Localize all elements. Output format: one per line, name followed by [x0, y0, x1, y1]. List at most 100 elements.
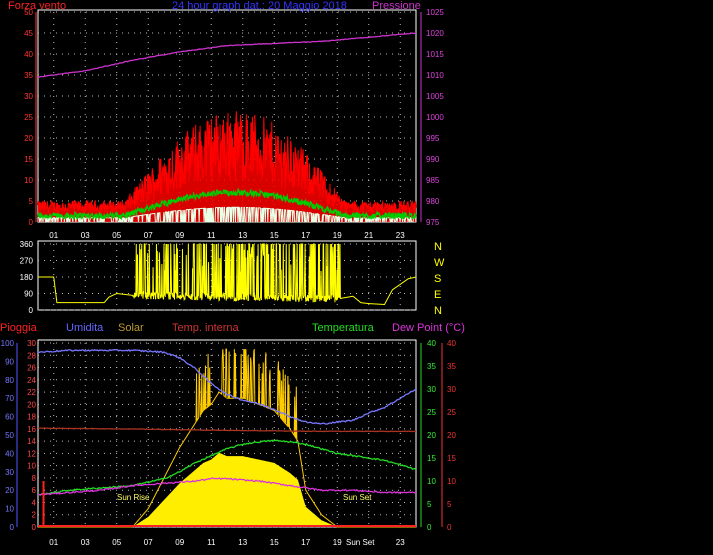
y-tick-label-rain: 22	[27, 388, 36, 397]
y-tick-label-rain: 26	[27, 364, 36, 373]
y-tick-label-temp: 25	[427, 408, 436, 417]
y-tick-label-humidity: 70	[5, 394, 14, 403]
y-tick-label-pressure: 990	[426, 155, 440, 164]
x-tick-label: 17	[301, 231, 310, 240]
dir-label-n-bottom: N	[434, 305, 442, 317]
y-tick-label-wind: 15	[24, 155, 33, 164]
pressure-layer	[37, 32, 417, 78]
y-tick-label-humidity: 100	[1, 339, 15, 348]
legend-dew-point: Dew Point (°C)	[392, 322, 465, 334]
y-tick-label-humidity: 40	[5, 449, 14, 458]
x-tick-label: 19	[333, 231, 342, 240]
x-tick-label-lower: 17	[301, 538, 310, 547]
solar-area	[38, 452, 416, 527]
y-tick-label-pressure: 1020	[426, 29, 444, 38]
y-tick-label-rain: 12	[27, 449, 36, 458]
y-tick-label-humidity: 10	[5, 505, 14, 514]
legend-pioggia: Pioggia	[0, 322, 38, 334]
x-tick-label: 13	[238, 231, 247, 240]
y-tick-label-wind: 10	[24, 176, 33, 185]
x-tick-label-lower: 13	[238, 538, 247, 547]
y-tick-label-dew: 30	[447, 385, 456, 394]
y-tick-label-rain: 6	[32, 486, 37, 495]
y-tick-label-dir: 180	[20, 273, 34, 282]
x-tick-label-lower: 05	[112, 538, 121, 547]
x-tick-label: 11	[207, 231, 216, 240]
x-tick-label-lower: 03	[81, 538, 90, 547]
legend-temp-interna: Temp. interna	[172, 322, 240, 334]
y-tick-label-wind: 45	[24, 29, 33, 38]
y-tick-label-rain: 2	[32, 511, 37, 520]
dir-label-e: E	[434, 289, 441, 301]
y-tick-label-pressure: 1010	[426, 71, 444, 80]
y-tick-label-rain: 8	[32, 474, 37, 483]
y-tick-label-temp: 40	[427, 339, 436, 348]
x-tick-label: 23	[396, 231, 405, 240]
y-tick-label-wind: 0	[29, 218, 34, 227]
y-tick-label-temp: 15	[427, 454, 436, 463]
wind-direction-line	[38, 243, 417, 306]
weather-graph-svg: Forza vento 24 hour graph dat.: 20 Maggi…	[0, 0, 465, 547]
pressure-line	[37, 32, 417, 78]
y-tick-label-humidity: 50	[5, 431, 14, 440]
dir-label-n-top: N	[434, 241, 442, 253]
y-tick-label-dir: 90	[24, 290, 33, 299]
legend-temperatura: Temperatura	[312, 322, 375, 334]
y-tick-label-humidity: 20	[5, 486, 14, 495]
y-tick-label-pressure: 1000	[426, 113, 444, 122]
y-tick-label-wind: 5	[29, 197, 34, 206]
x-tick-label-lower: 23	[396, 538, 405, 547]
y-tick-label-dew: 15	[447, 454, 456, 463]
y-tick-label-rain: 4	[32, 498, 37, 507]
x-tick-label: 09	[175, 231, 184, 240]
y-tick-label-humidity: 30	[5, 468, 14, 477]
y-tick-label-dew: 40	[447, 339, 456, 348]
y-tick-label-temp: 10	[427, 477, 436, 486]
y-tick-label-pressure: 1015	[426, 50, 444, 59]
y-tick-label-rain: 0	[32, 523, 37, 532]
y-tick-label-humidity: 0	[10, 523, 15, 532]
y-tick-label-rain: 16	[27, 425, 36, 434]
y-tick-label-wind: 20	[24, 134, 33, 143]
header-pressione: Pressione	[372, 0, 421, 12]
y-tick-label-dew: 5	[447, 500, 452, 509]
annotation-sun-set: Sun Set	[343, 493, 372, 502]
y-tick-label-rain: 18	[27, 413, 36, 422]
y-tick-label-wind: 25	[24, 113, 33, 122]
y-tick-label-humidity: 90	[5, 357, 14, 366]
header-forza-vento: Forza vento	[8, 0, 66, 12]
y-tick-label-wind: 30	[24, 92, 33, 101]
y-tick-label-pressure: 1025	[426, 8, 444, 17]
y-tick-label-humidity: 80	[5, 376, 14, 385]
y-tick-label-pressure: 985	[426, 176, 440, 185]
weather-graph-stage: Forza vento 24 hour graph dat.: 20 Maggi…	[0, 0, 713, 555]
y-tick-label-dir: 0	[29, 306, 34, 315]
x-tick-label-lower: 07	[144, 538, 153, 547]
y-tick-label-temp: 30	[427, 385, 436, 394]
y-tick-label-dew: 20	[447, 431, 456, 440]
header-title: 24 hour graph dat.: 20 Maggio 2018	[172, 0, 347, 12]
y-tick-label-wind: 35	[24, 71, 33, 80]
y-tick-label-rain: 24	[27, 376, 36, 385]
axis-sun-set-label: Sun Set	[346, 538, 375, 547]
x-tick-label-lower: 11	[207, 538, 216, 547]
x-tick-label: 21	[364, 231, 373, 240]
x-tick-label-lower: 09	[175, 538, 184, 547]
y-tick-label-rain: 20	[27, 400, 36, 409]
y-tick-label-rain: 10	[27, 462, 36, 471]
y-tick-label-wind: 40	[24, 50, 33, 59]
y-tick-label-pressure: 1005	[426, 92, 444, 101]
y-tick-label-rain: 28	[27, 351, 36, 360]
x-tick-label: 05	[112, 231, 121, 240]
y-tick-label-dir: 270	[20, 257, 34, 266]
wind-direction-layer	[38, 243, 417, 306]
y-tick-label-temp: 0	[427, 523, 432, 532]
y-tick-label-dew: 25	[447, 408, 456, 417]
y-tick-label-pressure: 980	[426, 197, 440, 206]
y-tick-label-dew: 10	[447, 477, 456, 486]
x-tick-label: 01	[49, 231, 58, 240]
x-tick-label-lower: 15	[270, 538, 279, 547]
y-tick-label-temp: 5	[427, 500, 432, 509]
y-tick-label-wind: 50	[24, 8, 33, 17]
y-tick-label-rain: 14	[27, 437, 36, 446]
